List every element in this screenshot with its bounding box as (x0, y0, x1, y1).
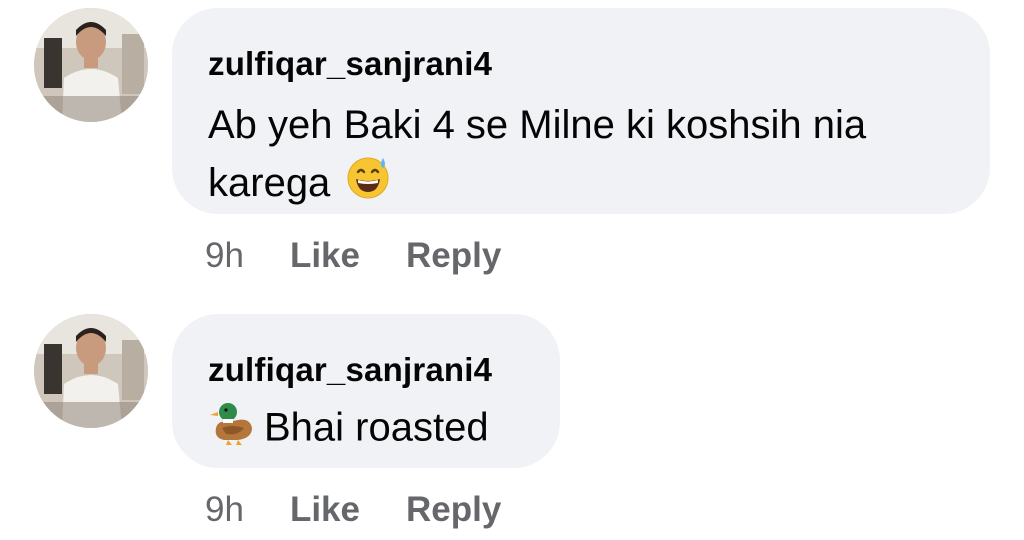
like-button[interactable]: Like (290, 490, 360, 530)
comment-bubble: zulfiqar_sanjrani4 Bhai roasted (172, 314, 560, 468)
comment-text-line1: Ab yeh Baki 4 se Milne ki koshsih nia (208, 103, 867, 147)
comment-author[interactable]: zulfiqar_sanjrani4 (208, 44, 954, 84)
comment-bubble: zulfiqar_sanjrani4 Ab yeh Baki 4 se Miln… (172, 8, 990, 214)
avatar[interactable] (34, 8, 148, 122)
comment-text-line2: karega (208, 161, 331, 205)
grinning-face-with-sweat-icon (345, 154, 391, 216)
comment-actions: 9h Like Reply (205, 236, 547, 276)
comment-text-line: Bhai roasted (264, 405, 489, 450)
reply-button[interactable]: Reply (406, 236, 501, 276)
comment-author[interactable]: zulfiqar_sanjrani4 (208, 350, 524, 390)
comment-timestamp[interactable]: 9h (205, 236, 244, 276)
avatar[interactable] (34, 314, 148, 428)
duck-icon (208, 398, 256, 462)
comment-text: Ab yeh Baki 4 se Milne ki koshsih nia ka… (208, 96, 954, 216)
comment-text: Bhai roasted (208, 398, 524, 462)
reply-button[interactable]: Reply (406, 490, 501, 530)
comment-timestamp[interactable]: 9h (205, 490, 244, 530)
comment-actions: 9h Like Reply (205, 490, 547, 530)
like-button[interactable]: Like (290, 236, 360, 276)
